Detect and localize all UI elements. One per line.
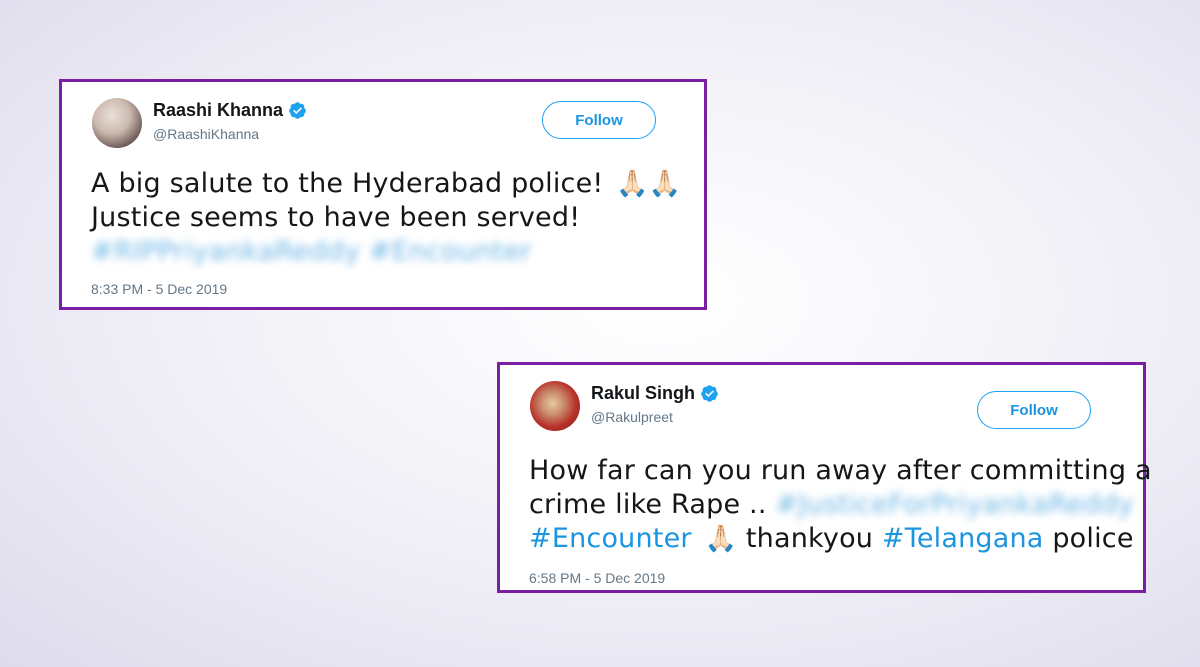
tweet-text: How far can you run away after committin… (529, 454, 1152, 556)
tweet-text-segment: thankyou (745, 523, 874, 554)
tweet-timestamp[interactable]: 6:58 PM - 5 Dec 2019 (529, 570, 665, 586)
folded-hands-emoji-icon: 🙏🏻 (704, 524, 738, 554)
avatar[interactable] (530, 381, 580, 431)
tweet-line: Justice seems to have been served! (91, 202, 581, 233)
tweet-line: crime like Rape .. #JusticeForPriyankaRe… (529, 488, 1152, 522)
tweet-card-raashi: Raashi Khanna @RaashiKhanna Follow A big… (59, 79, 707, 310)
blurred-hashtags[interactable]: #RIPPriyankaReddy #Encounter (91, 235, 681, 269)
folded-hands-emoji-icon: 🙏🏻🙏🏻 (616, 169, 682, 199)
verified-badge-icon (289, 102, 306, 119)
avatar[interactable] (92, 98, 142, 148)
tweet-text-segment: police (1052, 523, 1134, 554)
tweet-text-segment: A big salute to the Hyderabad police! (91, 168, 604, 199)
name-row: Rakul Singh (591, 383, 719, 404)
follow-button[interactable]: Follow (542, 101, 656, 139)
hashtag-link[interactable]: #Telangana (882, 523, 1044, 554)
tweet-line: A big salute to the Hyderabad police! 🙏🏻… (91, 167, 681, 201)
verified-badge-icon (701, 385, 718, 402)
name-row: Raashi Khanna (153, 100, 307, 121)
tweet-line: How far can you run away after committin… (529, 455, 1152, 486)
display-name[interactable]: Raashi Khanna (153, 100, 283, 121)
follow-button[interactable]: Follow (977, 391, 1091, 429)
tweet-card-rakul: Rakul Singh @Rakulpreet Follow How far c… (497, 362, 1152, 593)
tweet-timestamp[interactable]: 8:33 PM - 5 Dec 2019 (91, 281, 227, 297)
tweet-line: #Encounter 🙏🏻 thankyou #Telangana police (529, 522, 1152, 556)
tweet-text: A big salute to the Hyderabad police! 🙏🏻… (91, 167, 681, 269)
tweet-text-segment: crime like Rape .. (529, 489, 767, 520)
blurred-hashtag[interactable]: #JusticeForPriyankaReddy (775, 489, 1133, 520)
user-handle[interactable]: @Rakulpreet (591, 409, 673, 425)
display-name[interactable]: Rakul Singh (591, 383, 695, 404)
user-handle[interactable]: @RaashiKhanna (153, 126, 259, 142)
hashtag-link[interactable]: #Encounter (529, 523, 692, 554)
